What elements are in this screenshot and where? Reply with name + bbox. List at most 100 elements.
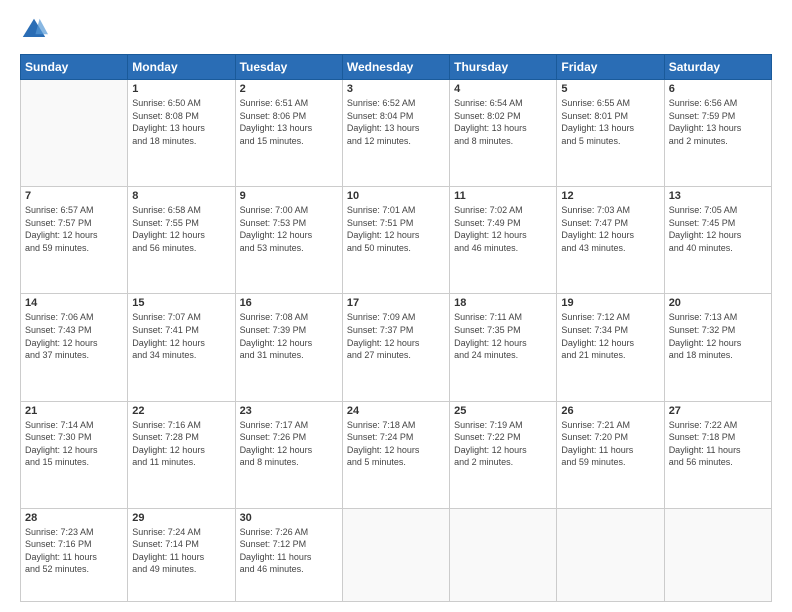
day-info: Sunrise: 6:54 AMSunset: 8:02 PMDaylight:… <box>454 97 552 147</box>
day-info: Sunrise: 6:52 AMSunset: 8:04 PMDaylight:… <box>347 97 445 147</box>
day-info: Sunrise: 7:01 AMSunset: 7:51 PMDaylight:… <box>347 204 445 254</box>
calendar-cell: 21 Sunrise: 7:14 AMSunset: 7:30 PMDayligh… <box>21 401 128 508</box>
calendar-cell: 18 Sunrise: 7:11 AMSunset: 7:35 PMDayligh… <box>450 294 557 401</box>
day-number: 16 <box>240 297 338 309</box>
calendar-header-sunday: Sunday <box>21 55 128 80</box>
day-number: 6 <box>669 83 767 95</box>
day-info: Sunrise: 7:14 AMSunset: 7:30 PMDaylight:… <box>25 419 123 469</box>
calendar-cell: 5 Sunrise: 6:55 AMSunset: 8:01 PMDaylight… <box>557 80 664 187</box>
calendar-cell <box>21 80 128 187</box>
day-number: 27 <box>669 405 767 417</box>
calendar-cell: 15Sunrise: 7:07 AMSunset: 7:41 PMDayligh… <box>128 294 235 401</box>
day-number: 5 <box>561 83 659 95</box>
calendar-cell: 13Sunrise: 7:05 AMSunset: 7:45 PMDayligh… <box>664 187 771 294</box>
calendar-week-3: 14 Sunrise: 7:06 AMSunset: 7:43 PMDayligh… <box>21 294 772 401</box>
calendar-cell <box>664 508 771 601</box>
day-info: Sunrise: 7:03 AMSunset: 7:47 PMDaylight:… <box>561 204 659 254</box>
calendar-cell: 1 Sunrise: 6:50 AMSunset: 8:08 PMDaylight… <box>128 80 235 187</box>
calendar-cell: 19 Sunrise: 7:12 AMSunset: 7:34 PMDayligh… <box>557 294 664 401</box>
day-info: Sunrise: 7:06 AMSunset: 7:43 PMDaylight:… <box>25 311 123 361</box>
day-info: Sunrise: 6:56 AMSunset: 7:59 PMDaylight:… <box>669 97 767 147</box>
day-info: Sunrise: 7:23 AMSunset: 7:16 PMDaylight:… <box>25 526 123 576</box>
day-number: 11 <box>454 190 552 202</box>
day-number: 7 <box>25 190 123 202</box>
calendar-cell: 24 Sunrise: 7:18 AMSunset: 7:24 PMDayligh… <box>342 401 449 508</box>
day-info: Sunrise: 7:09 AMSunset: 7:37 PMDaylight:… <box>347 311 445 361</box>
calendar-cell <box>450 508 557 601</box>
calendar-cell: 3 Sunrise: 6:52 AMSunset: 8:04 PMDaylight… <box>342 80 449 187</box>
calendar-header-monday: Monday <box>128 55 235 80</box>
calendar-table: SundayMondayTuesdayWednesdayThursdayFrid… <box>20 54 772 602</box>
calendar-cell: 30 Sunrise: 7:26 AMSunset: 7:12 PMDayligh… <box>235 508 342 601</box>
calendar-cell: 6 Sunrise: 6:56 AMSunset: 7:59 PMDaylight… <box>664 80 771 187</box>
calendar-cell: 17Sunrise: 7:09 AMSunset: 7:37 PMDayligh… <box>342 294 449 401</box>
day-info: Sunrise: 6:50 AMSunset: 8:08 PMDaylight:… <box>132 97 230 147</box>
day-info: Sunrise: 7:13 AMSunset: 7:32 PMDaylight:… <box>669 311 767 361</box>
calendar-cell: 7 Sunrise: 6:57 AMSunset: 7:57 PMDaylight… <box>21 187 128 294</box>
day-info: Sunrise: 7:02 AMSunset: 7:49 PMDaylight:… <box>454 204 552 254</box>
calendar-cell: 2Sunrise: 6:51 AMSunset: 8:06 PMDaylight… <box>235 80 342 187</box>
day-info: Sunrise: 7:21 AMSunset: 7:20 PMDaylight:… <box>561 419 659 469</box>
day-number: 24 <box>347 405 445 417</box>
calendar-cell: 8 Sunrise: 6:58 AMSunset: 7:55 PMDaylight… <box>128 187 235 294</box>
day-number: 18 <box>454 297 552 309</box>
day-number: 1 <box>132 83 230 95</box>
calendar-cell: 29Sunrise: 7:24 AMSunset: 7:14 PMDayligh… <box>128 508 235 601</box>
day-number: 30 <box>240 512 338 524</box>
calendar-header-friday: Friday <box>557 55 664 80</box>
day-number: 2 <box>240 83 338 95</box>
day-info: Sunrise: 7:26 AMSunset: 7:12 PMDaylight:… <box>240 526 338 576</box>
day-number: 14 <box>25 297 123 309</box>
day-info: Sunrise: 6:58 AMSunset: 7:55 PMDaylight:… <box>132 204 230 254</box>
day-number: 29 <box>132 512 230 524</box>
day-number: 8 <box>132 190 230 202</box>
day-info: Sunrise: 6:55 AMSunset: 8:01 PMDaylight:… <box>561 97 659 147</box>
day-number: 19 <box>561 297 659 309</box>
calendar-header-thursday: Thursday <box>450 55 557 80</box>
day-info: Sunrise: 7:22 AMSunset: 7:18 PMDaylight:… <box>669 419 767 469</box>
calendar-header-tuesday: Tuesday <box>235 55 342 80</box>
day-number: 12 <box>561 190 659 202</box>
day-info: Sunrise: 7:12 AMSunset: 7:34 PMDaylight:… <box>561 311 659 361</box>
calendar-week-1: 1 Sunrise: 6:50 AMSunset: 8:08 PMDaylight… <box>21 80 772 187</box>
calendar-header-row: SundayMondayTuesdayWednesdayThursdayFrid… <box>21 55 772 80</box>
calendar-cell: 11 Sunrise: 7:02 AMSunset: 7:49 PMDayligh… <box>450 187 557 294</box>
calendar-header-saturday: Saturday <box>664 55 771 80</box>
day-number: 21 <box>25 405 123 417</box>
calendar-cell: 25 Sunrise: 7:19 AMSunset: 7:22 PMDayligh… <box>450 401 557 508</box>
day-info: Sunrise: 7:07 AMSunset: 7:41 PMDaylight:… <box>132 311 230 361</box>
day-number: 22 <box>132 405 230 417</box>
day-info: Sunrise: 7:16 AMSunset: 7:28 PMDaylight:… <box>132 419 230 469</box>
day-number: 23 <box>240 405 338 417</box>
calendar-cell: 27 Sunrise: 7:22 AMSunset: 7:18 PMDayligh… <box>664 401 771 508</box>
calendar-cell: 14 Sunrise: 7:06 AMSunset: 7:43 PMDayligh… <box>21 294 128 401</box>
calendar-cell: 16 Sunrise: 7:08 AMSunset: 7:39 PMDayligh… <box>235 294 342 401</box>
calendar-cell: 22 Sunrise: 7:16 AMSunset: 7:28 PMDayligh… <box>128 401 235 508</box>
calendar-week-4: 21 Sunrise: 7:14 AMSunset: 7:30 PMDayligh… <box>21 401 772 508</box>
logo-icon <box>20 16 48 44</box>
day-info: Sunrise: 7:08 AMSunset: 7:39 PMDaylight:… <box>240 311 338 361</box>
calendar-cell <box>557 508 664 601</box>
calendar-cell: 12 Sunrise: 7:03 AMSunset: 7:47 PMDayligh… <box>557 187 664 294</box>
calendar-cell <box>342 508 449 601</box>
day-number: 26 <box>561 405 659 417</box>
day-info: Sunrise: 7:19 AMSunset: 7:22 PMDaylight:… <box>454 419 552 469</box>
day-info: Sunrise: 6:57 AMSunset: 7:57 PMDaylight:… <box>25 204 123 254</box>
calendar-header-wednesday: Wednesday <box>342 55 449 80</box>
day-info: Sunrise: 7:18 AMSunset: 7:24 PMDaylight:… <box>347 419 445 469</box>
day-number: 20 <box>669 297 767 309</box>
calendar-week-2: 7 Sunrise: 6:57 AMSunset: 7:57 PMDaylight… <box>21 187 772 294</box>
day-number: 25 <box>454 405 552 417</box>
calendar-cell: 26 Sunrise: 7:21 AMSunset: 7:20 PMDayligh… <box>557 401 664 508</box>
day-number: 28 <box>25 512 123 524</box>
day-info: Sunrise: 7:11 AMSunset: 7:35 PMDaylight:… <box>454 311 552 361</box>
calendar-cell: 20 Sunrise: 7:13 AMSunset: 7:32 PMDayligh… <box>664 294 771 401</box>
calendar-cell: 9 Sunrise: 7:00 AMSunset: 7:53 PMDaylight… <box>235 187 342 294</box>
day-info: Sunrise: 7:00 AMSunset: 7:53 PMDaylight:… <box>240 204 338 254</box>
header <box>20 16 772 44</box>
page: SundayMondayTuesdayWednesdayThursdayFrid… <box>0 0 792 612</box>
day-info: Sunrise: 7:05 AMSunset: 7:45 PMDaylight:… <box>669 204 767 254</box>
calendar-cell: 28 Sunrise: 7:23 AMSunset: 7:16 PMDayligh… <box>21 508 128 601</box>
day-number: 9 <box>240 190 338 202</box>
day-number: 3 <box>347 83 445 95</box>
